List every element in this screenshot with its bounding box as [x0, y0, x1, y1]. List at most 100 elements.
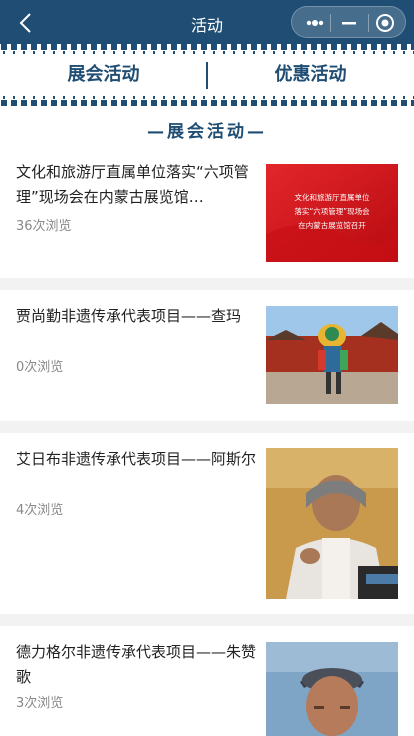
capsule-divider	[368, 14, 369, 32]
ornament-block	[221, 44, 227, 50]
mini-program-capsule	[291, 6, 406, 38]
ornament-dot	[323, 96, 325, 99]
article-thumbnail[interactable]	[266, 448, 398, 599]
ornament-block	[401, 44, 407, 50]
target-close-icon	[376, 14, 394, 32]
article-thumbnail[interactable]	[266, 306, 398, 404]
list-item[interactable]: 文化和旅游厅直属单位落实“六项管理”现场会在内蒙古展览馆… 36次浏览 文化和旅…	[0, 150, 414, 278]
ornament-dot	[203, 96, 205, 99]
ornament-dot	[13, 96, 15, 99]
ornament-dot	[33, 96, 35, 99]
ornament-block	[191, 44, 197, 50]
ornament-dot	[23, 96, 25, 99]
ornament-block	[81, 44, 87, 50]
ornament-dot	[303, 96, 305, 99]
more-button[interactable]	[304, 15, 326, 31]
ornament-dot	[223, 96, 225, 99]
ornament-block	[381, 44, 387, 50]
ornament-block	[61, 44, 67, 50]
ornament-block	[21, 44, 27, 50]
ornament-dot	[403, 96, 405, 99]
elder-portrait-photo	[266, 642, 398, 736]
ornament-dot	[263, 96, 265, 99]
ornament-dot	[313, 96, 315, 99]
ornament-block	[1, 44, 7, 50]
capsule-divider	[330, 14, 331, 32]
list-item[interactable]: 德力格尔非遗传承代表项目——朱赞歌 3次浏览	[0, 626, 414, 736]
ornament-block	[11, 44, 17, 50]
ornament-block	[271, 44, 277, 50]
ornament-block	[71, 44, 77, 50]
ornament-dot	[333, 96, 335, 99]
ornament-block	[291, 44, 297, 50]
ornament-dot	[233, 96, 235, 99]
close-button[interactable]	[375, 13, 395, 33]
ornament-dot	[43, 96, 45, 99]
activity-page: 活动 展会活动 优惠活动 —展会活动— 文化和旅游厅直属单位落实“六项管理”现场…	[0, 0, 414, 736]
elder-speaking-photo	[266, 448, 398, 599]
ornament-block	[151, 44, 157, 50]
ornament-dot	[3, 96, 5, 99]
article-title: 贾尚勤非遗传承代表项目——查玛	[16, 307, 242, 325]
ornament-block	[211, 44, 217, 50]
ornament-block	[121, 44, 127, 50]
ornament-block	[281, 44, 287, 50]
ornament-dot	[133, 96, 135, 99]
list-item[interactable]: 艾日布非遗传承代表项目——阿斯尔 4次浏览	[0, 433, 414, 614]
ornament-block	[251, 44, 257, 50]
article-title: 艾日布非遗传承代表项目——阿斯尔	[16, 450, 257, 468]
ornament-block	[231, 44, 237, 50]
ornament-block	[91, 44, 97, 50]
ornament-block	[141, 44, 147, 50]
article-thumbnail[interactable]: 文化和旅游厅直属单位 落实“六项管理”现场会 在内蒙古展览馆召开	[266, 164, 398, 262]
ornament-dot	[53, 96, 55, 99]
minimize-button[interactable]	[338, 15, 360, 31]
ornament-dot	[113, 96, 115, 99]
ornament-block	[301, 44, 307, 50]
ornament-block	[181, 44, 187, 50]
ornament-block	[351, 44, 357, 50]
tab-promotion[interactable]: 优惠活动	[207, 54, 414, 96]
ornament-block	[171, 44, 177, 50]
ornament-dot	[283, 96, 285, 99]
ornament-block	[101, 44, 107, 50]
article-title: 文化和旅游厅直属单位落实“六项管理”现场会在内蒙古展览馆…	[16, 163, 249, 206]
ornament-block	[131, 44, 137, 50]
ornament-dot	[383, 96, 385, 99]
more-dots-icon	[306, 20, 324, 26]
ornament-dot	[293, 96, 295, 99]
ornament-block	[331, 44, 337, 50]
article-title: 德力格尔非遗传承代表项目——朱赞歌	[16, 643, 257, 686]
ornament-dot	[143, 96, 145, 99]
ornament-block	[371, 44, 377, 50]
ornament-dot	[123, 96, 125, 99]
ornament-block	[391, 44, 397, 50]
article-thumbnail[interactable]	[266, 642, 398, 736]
ornament-dot	[273, 96, 275, 99]
ornament-block	[51, 44, 57, 50]
ornament-dot	[373, 96, 375, 99]
ornament-dot	[173, 96, 175, 99]
tab-bar: 展会活动 优惠活动	[0, 54, 414, 96]
ornament-dot	[183, 96, 185, 99]
minimize-icon	[342, 22, 356, 25]
ornament-block	[111, 44, 117, 50]
ornament-block	[261, 44, 267, 50]
ornament-block	[161, 44, 167, 50]
tab-exhibition[interactable]: 展会活动	[0, 54, 207, 96]
ornament-dot	[153, 96, 155, 99]
ornament-dot	[213, 96, 215, 99]
view-count: 0次浏览	[16, 360, 64, 375]
dancer-photo	[266, 306, 398, 404]
ornament-dot	[363, 96, 365, 99]
ornament-dot	[73, 96, 75, 99]
list-item[interactable]: 贾尚勤非遗传承代表项目——查玛 0次浏览	[0, 290, 414, 421]
ornament-dot	[63, 96, 65, 99]
ornament-dot	[243, 96, 245, 99]
ornament-block	[201, 44, 207, 50]
view-count: 4次浏览	[16, 503, 64, 518]
ornament-block	[341, 44, 347, 50]
ornament-block	[31, 44, 37, 50]
ornament-block	[321, 44, 327, 50]
ornament-block	[241, 44, 247, 50]
